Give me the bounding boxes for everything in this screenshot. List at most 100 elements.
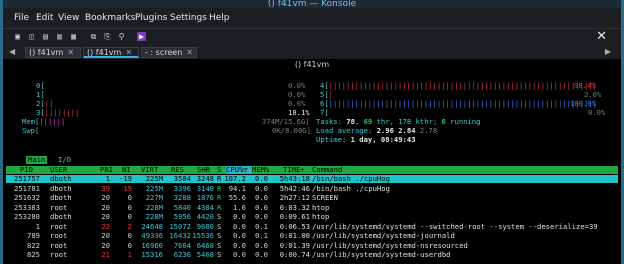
- menu-file[interactable]: File: [14, 13, 29, 23]
- process-mem: 0.0: [255, 174, 268, 183]
- process-pri: 22: [101, 221, 110, 231]
- process-cpu: 0.0: [233, 231, 246, 240]
- process-mem: 0.1: [255, 231, 268, 240]
- menu-view[interactable]: View: [58, 13, 79, 23]
- process-ni: 0: [127, 193, 132, 202]
- process-row[interactable]: 251781 dboth 39 19 225M 3396 3140 R 94.1 0.0 5h42:…: [6, 183, 618, 193]
- toolbar: ▣ ◫ ▤ ▥ ▦ ⧉ ⎘ ⚲ ▶ ✕: [3, 28, 621, 45]
- process-s: S: [217, 221, 222, 231]
- process-virt: 225M: [145, 174, 163, 183]
- menu-help[interactable]: Help: [209, 13, 230, 23]
- process-virt: 15316: [141, 250, 163, 259]
- tab-3-close-icon[interactable]: ✕: [186, 48, 193, 57]
- process-cmd: SCREEN: [312, 193, 338, 202]
- process-s: S: [217, 212, 222, 221]
- tab-scroll-right-icon[interactable]: ▶: [605, 47, 611, 56]
- process-cmd: /bin/bash ./cpuHog: [312, 183, 390, 193]
- process-s: R: [217, 202, 222, 212]
- process-shr: 15536: [192, 231, 214, 240]
- process-row[interactable]: 253280 dboth 20 0 228M 5956 4420 S 0.0 0.0 0:09.61…: [6, 212, 618, 221]
- menu-plugins[interactable]: Plugins: [135, 13, 167, 23]
- process-shr: 1876: [196, 193, 214, 202]
- process-s: R: [217, 183, 222, 193]
- process-ni: 1: [127, 250, 132, 259]
- process-pri: 39: [101, 183, 110, 193]
- process-row[interactable]: 253383 root 20 0 228M 5840 4304 R 1.6 0.0 0:03.32 h…: [6, 202, 618, 212]
- process-cpu: 107.2: [224, 174, 246, 183]
- process-res: 6236: [173, 250, 191, 259]
- menu-settings[interactable]: Settings: [170, 13, 207, 23]
- process-pri: 20: [101, 212, 110, 221]
- process-mem: 0.0: [255, 183, 268, 193]
- process-row[interactable]: 1 root 22 2 24648 15072 9680 S 0.0 0.1 0:06.53/usr…: [6, 221, 618, 231]
- process-pid: 789: [27, 231, 40, 240]
- detach-icon[interactable]: ▦: [69, 32, 78, 41]
- process-res: 3396: [173, 183, 191, 193]
- process-virt: 227M: [145, 193, 163, 202]
- process-ni: 19: [123, 183, 132, 193]
- process-user: dboth: [50, 183, 72, 193]
- process-pid: 253280: [14, 212, 40, 221]
- process-row[interactable]: 825 root 21 1 15316 6236 5468 S 0.0 0.0 0:00.74/us…: [6, 250, 618, 259]
- split-vertical-icon[interactable]: ▥: [55, 32, 64, 41]
- process-time: 5h42:46: [279, 183, 310, 193]
- process-res: 16432: [169, 231, 191, 240]
- tab-1[interactable]: () f41vm ✕: [25, 47, 81, 58]
- process-pid: 253383: [14, 202, 40, 212]
- process-ni: 2: [127, 221, 132, 231]
- paste-icon[interactable]: ⎘: [103, 32, 112, 41]
- tab-bar: ◀ () f41vm ✕ () f41vm ✕ - : screen ✕ ▶: [3, 45, 621, 59]
- process-pid: 1: [35, 221, 40, 231]
- htop-tab-main[interactable]: Main: [26, 156, 48, 164]
- process-row[interactable]: 822 root 20 0 16960 7604 6468 S 0.0 0.0 0:01.39/us…: [6, 240, 618, 250]
- window-titlebar[interactable]: () f41vm — Konsole: [3, 0, 621, 8]
- process-cpu: 0.0: [233, 221, 246, 231]
- tab-2[interactable]: () f41vm ✕: [83, 47, 139, 58]
- menu-bookmarks[interactable]: Bookmarks: [85, 13, 135, 23]
- process-time: 0:06.53: [279, 221, 310, 231]
- process-cmd: /usr/lib/systemd/systemd-journald: [312, 231, 455, 240]
- process-mem: 0.1: [255, 221, 268, 231]
- process-row[interactable]: 789 root 20 0 49336 16432 15536 S 0.0 0.1 0:01.00/…: [6, 231, 618, 240]
- tab-1-label: () f41vm: [29, 48, 64, 57]
- process-time: 0:09.61: [279, 212, 310, 221]
- close-icon[interactable]: ✕: [596, 29, 607, 44]
- split-view-icon[interactable]: ◫: [27, 32, 36, 41]
- process-user: root: [50, 250, 68, 259]
- process-virt: 49336: [141, 231, 163, 240]
- process-row[interactable]: 251757 dboth 1 -19 225M 3584 3248 R 107.2 0.0 5h43…: [6, 174, 618, 184]
- plugin-icon[interactable]: ▶: [137, 32, 146, 41]
- new-tab-icon[interactable]: ▣: [13, 32, 22, 41]
- process-user: dboth: [50, 174, 72, 183]
- tab-3[interactable]: - : screen ✕: [141, 47, 197, 58]
- process-time: 0:00.74: [279, 250, 310, 259]
- tab-scroll-left-icon[interactable]: ◀: [9, 47, 15, 56]
- window-title: () f41vm — Konsole: [267, 0, 357, 8]
- htop-tab-io[interactable]: I/O: [56, 156, 73, 164]
- cpu-7-pct: 0.0%: [588, 108, 606, 117]
- copy-icon[interactable]: ⧉: [89, 32, 98, 41]
- swap-value: 0K/8.00G]: [272, 126, 311, 135]
- process-virt: 16960: [141, 240, 163, 250]
- terminal-view[interactable]: () f41vm 0[ 0.0% 1[ 0.0% 2[|| 0.0% 3[|||…: [6, 60, 618, 264]
- tab-1-close-icon[interactable]: ✕: [67, 48, 74, 57]
- process-shr: 3140: [196, 183, 214, 193]
- split-horizontal-icon[interactable]: ▤: [41, 32, 50, 41]
- process-mem: 0.0: [255, 212, 268, 221]
- tab-2-close-icon[interactable]: ✕: [125, 48, 132, 57]
- process-cmd: /usr/lib/systemd/systemd-nsresourced: [312, 240, 468, 250]
- menu-edit[interactable]: Edit: [36, 13, 53, 23]
- process-time: 2h27:12: [279, 193, 310, 202]
- process-res: 3584: [173, 174, 191, 183]
- cpu-6-meter: 6[||||||||||||||||||||||||||||||||||||||…: [320, 99, 597, 108]
- process-virt: 225M: [145, 183, 163, 193]
- process-user: dboth: [50, 212, 72, 221]
- process-res: 7604: [173, 240, 191, 250]
- process-pri: 1: [105, 174, 110, 183]
- find-icon[interactable]: ⚲: [117, 32, 126, 41]
- process-cpu: 55.6: [228, 193, 246, 202]
- menu-bar: File Edit View Bookmarks Plugins Setting…: [3, 8, 621, 28]
- process-pri: 20: [101, 193, 110, 202]
- process-row[interactable]: 251632 dboth 20 0 227M 3288 1876 R 55.6 0.0 2h27:1…: [6, 193, 618, 202]
- process-time: 0:01.39: [279, 240, 310, 250]
